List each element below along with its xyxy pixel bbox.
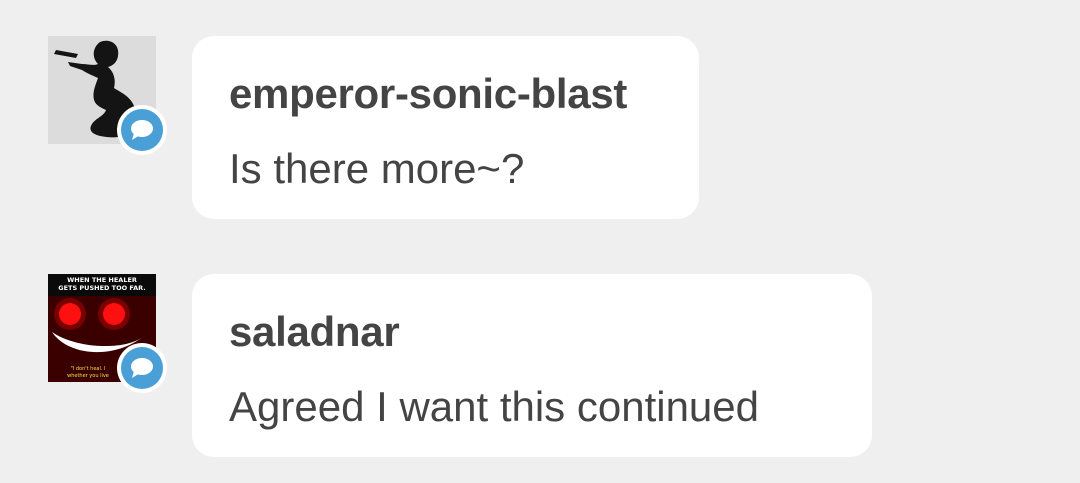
user-avatar[interactable]: WHEN THE HEALER GETS PUSHED TOO FAR. "I … [48, 274, 167, 393]
user-avatar[interactable] [48, 36, 167, 155]
comment-text: Is there more~? [229, 145, 525, 192]
comment-username[interactable]: saladnar [229, 304, 836, 360]
svg-text:"I don't heal. I: "I don't heal. I [70, 366, 105, 372]
svg-text:whether you live: whether you live [67, 373, 109, 379]
avatar-caption-line1: WHEN THE HEALER [67, 276, 137, 284]
speech-bubble-icon [121, 347, 163, 389]
comment-text: Agreed I want this continued [229, 383, 760, 430]
comment-bubble[interactable]: saladnar Agreed I want this continued [192, 274, 872, 457]
reply-thread: emperor-sonic-blast Is there more~? WHEN… [0, 0, 1080, 483]
avatar-caption-line2: GETS PUSHED TOO FAR. [58, 284, 145, 292]
speech-bubble-icon [121, 109, 163, 151]
comment-badge [117, 105, 167, 155]
comment-username[interactable]: emperor-sonic-blast [229, 66, 663, 122]
comment-badge [117, 343, 167, 393]
comment-bubble[interactable]: emperor-sonic-blast Is there more~? [192, 36, 699, 219]
